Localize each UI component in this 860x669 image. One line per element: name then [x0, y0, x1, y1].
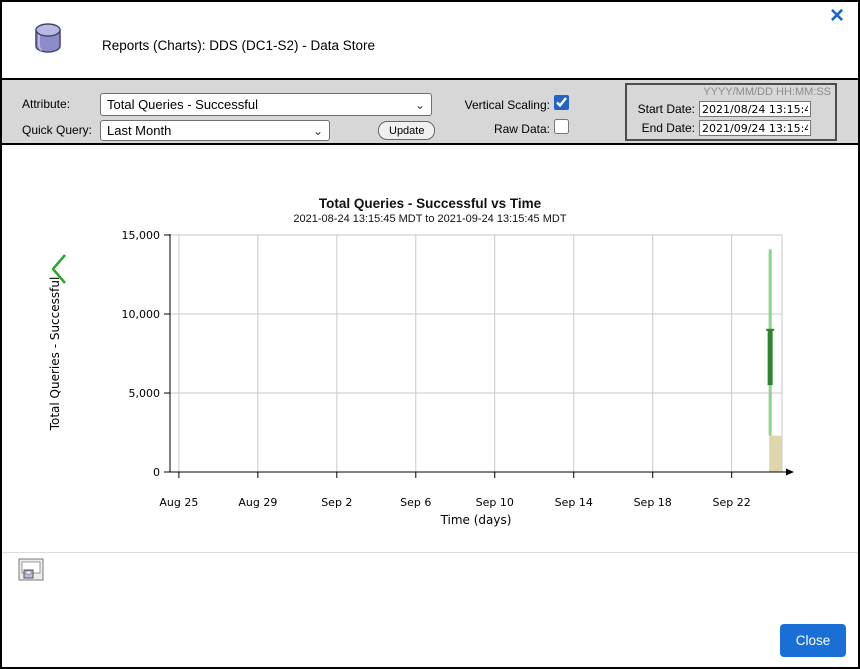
- raw-data-checkbox[interactable]: [554, 119, 569, 134]
- svg-text:Aug 29: Aug 29: [238, 496, 277, 509]
- dialog-title: Reports (Charts): DDS (DC1-S2) - Data St…: [102, 38, 375, 53]
- svg-text:Sep 18: Sep 18: [634, 496, 672, 509]
- start-date-input[interactable]: [699, 101, 811, 117]
- svg-text:Sep 22: Sep 22: [713, 496, 751, 509]
- attribute-select-value: Total Queries - Successful: [107, 97, 258, 112]
- svg-text:Total Queries - Successful: Total Queries - Successful: [48, 277, 62, 432]
- attribute-select[interactable]: Total Queries - Successful ⌄: [100, 93, 432, 116]
- reports-chart-dialog: Reports (Charts): DDS (DC1-S2) - Data St…: [0, 0, 860, 669]
- svg-text:Sep 6: Sep 6: [400, 496, 431, 509]
- quick-query-select[interactable]: Last Month ⌄: [100, 120, 330, 141]
- chart-canvas: 0 5,000 10,000 15,000 Aug 25 Aug 29 Sep 2 Sep 6…: [2, 224, 858, 550]
- svg-text:5,000: 5,000: [129, 387, 161, 400]
- close-icon[interactable]: ×: [830, 4, 844, 28]
- end-date-label: End Date:: [631, 121, 695, 135]
- chart-title: Total Queries - Successful vs Time: [2, 196, 858, 211]
- footer-divider: [2, 552, 858, 553]
- toolbar: Attribute: Total Queries - Successful ⌄ …: [2, 78, 858, 145]
- save-chart-icon[interactable]: [18, 558, 44, 586]
- close-button[interactable]: Close: [780, 624, 846, 657]
- svg-text:0: 0: [153, 466, 160, 479]
- vertical-scaling-label: Vertical Scaling:: [452, 98, 550, 112]
- svg-text:10,000: 10,000: [122, 308, 161, 321]
- update-button[interactable]: Update: [378, 121, 435, 140]
- svg-text:Sep 2: Sep 2: [321, 496, 352, 509]
- attribute-label: Attribute:: [22, 97, 70, 111]
- datastore-cylinder-icon: [28, 22, 68, 63]
- raw-data-label: Raw Data:: [452, 122, 550, 136]
- quick-query-select-value: Last Month: [107, 123, 171, 138]
- chevron-down-icon: ⌄: [313, 124, 323, 138]
- end-date-input[interactable]: [699, 120, 811, 136]
- vertical-scaling-checkbox[interactable]: [554, 95, 569, 110]
- svg-text:Sep 14: Sep 14: [555, 496, 593, 509]
- date-range-panel: YYYY/MM/DD HH:MM:SS Start Date: End Date…: [625, 83, 837, 141]
- svg-text:Time (days): Time (days): [440, 513, 512, 527]
- svg-text:Sep 10: Sep 10: [476, 496, 514, 509]
- date-format-hint: YYYY/MM/DD HH:MM:SS: [703, 86, 831, 98]
- quick-query-label: Quick Query:: [22, 123, 92, 137]
- chevron-down-icon: ⌄: [415, 98, 425, 112]
- start-date-label: Start Date:: [631, 102, 695, 116]
- svg-text:15,000: 15,000: [122, 229, 161, 242]
- svg-text:Aug 25: Aug 25: [159, 496, 198, 509]
